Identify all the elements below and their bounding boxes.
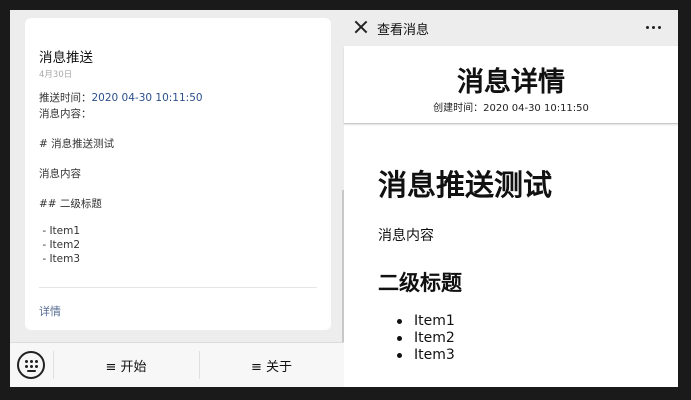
list-item: Item2 (394, 330, 455, 347)
content-paragraph: 消息内容 (378, 228, 434, 244)
card-date: 4月30日 (39, 70, 73, 80)
close-icon[interactable] (354, 20, 368, 34)
card-line: - Item3 (39, 253, 81, 265)
detail-body: 消息推送测试 消息内容 二级标题 Item1 Item2 Item3 (344, 126, 678, 387)
message-card[interactable]: 消息推送 4月30日 推送时间：2020 04-30 10:11:50 消息内容… (25, 18, 331, 330)
created-time: 创建时间：2020 04-30 10:11:50 (433, 103, 589, 114)
card-line: # 消息推送测试 (39, 138, 115, 150)
list-item: Item1 (394, 313, 455, 330)
card-title: 消息推送 (39, 50, 93, 66)
push-time: 推送时间：2020 04-30 10:11:50 (39, 90, 203, 105)
details-link[interactable]: 详情 (39, 303, 61, 319)
detail-header: 消息详情 创建时间：2020 04-30 10:11:50 (344, 46, 678, 124)
card-line: - Item2 (39, 239, 81, 251)
menu-about-button[interactable]: ≡ 关于 (199, 343, 344, 387)
content-heading-1: 消息推送测试 (378, 168, 553, 202)
menu-start-button[interactable]: ≡ 开始 (53, 343, 199, 387)
push-time-label: 推送时间： (39, 92, 92, 104)
app-frame: 消息推送 4月30日 推送时间：2020 04-30 10:11:50 消息内容… (10, 10, 678, 387)
topbar-title: 查看消息 (377, 23, 430, 38)
content-heading-2: 二级标题 (378, 271, 462, 295)
push-time-value: 2020 04-30 10:11:50 (91, 92, 203, 104)
detail-title: 消息详情 (457, 67, 565, 98)
more-icon[interactable] (646, 26, 662, 30)
bottom-menu-bar: ≡ 开始 ≡ 关于 (10, 342, 344, 387)
chat-pane: 消息推送 4月30日 推送时间：2020 04-30 10:11:50 消息内容… (10, 10, 344, 387)
card-line: - Item1 (39, 225, 81, 237)
content-list: Item1 Item2 Item3 (394, 313, 455, 364)
list-item: Item3 (394, 347, 455, 364)
card-line: 消息内容 (39, 168, 81, 180)
keyboard-icon[interactable] (17, 351, 45, 379)
card-divider (39, 287, 317, 288)
detail-topbar: 查看消息 (344, 10, 678, 46)
card-line: ## 二级标题 (39, 198, 102, 210)
content-label: 消息内容： (39, 108, 92, 120)
detail-pane: 查看消息 消息详情 创建时间：2020 04-30 10:11:50 消息推送测… (344, 10, 678, 387)
